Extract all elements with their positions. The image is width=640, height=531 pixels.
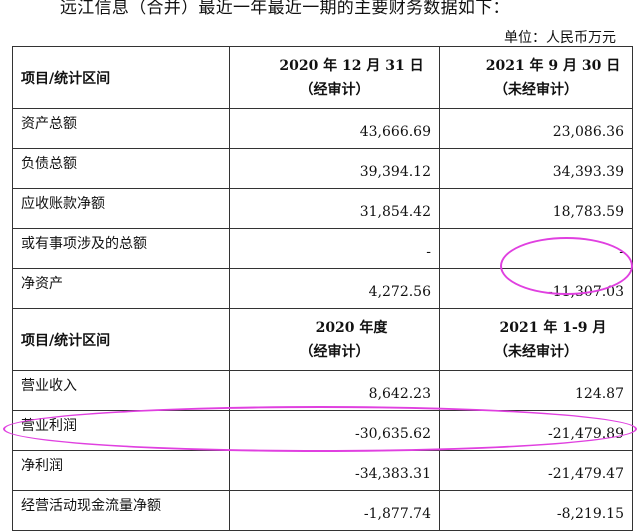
table-row: 净利润 -34,383.31 -21,479.47 xyxy=(12,450,633,491)
row-value-2021: -11,307.03 xyxy=(439,268,633,309)
balance-header-label: 项目/统计区间 xyxy=(12,46,230,109)
table-row: 资产总额 43,666.69 23,086.36 xyxy=(12,108,633,149)
row-label: 经营活动现金流量净额 xyxy=(12,490,230,531)
table-row: 负债总额 39,394.12 34,393.39 xyxy=(12,148,633,189)
row-value-2021: 34,393.39 xyxy=(439,148,633,189)
row-value-2021: - xyxy=(439,228,633,269)
row-label: 净利润 xyxy=(12,450,230,491)
balance-header-col1-note: （经审计） xyxy=(299,81,370,98)
intro-text: 远江信息（合并）最近一年最近一期的主要财务数据如下： xyxy=(60,0,510,18)
financial-table: 项目/统计区间 2020 年 12 月 31 日 （经审计） 2021 年 9 … xyxy=(12,46,633,531)
row-label: 营业收入 xyxy=(12,370,230,411)
income-header-col1: 2020 年度 （经审计） xyxy=(229,308,440,371)
row-label: 资产总额 xyxy=(12,108,230,149)
row-label: 或有事项涉及的总额 xyxy=(12,228,230,269)
table-row: 经营活动现金流量净额 -1,877.74 -8,219.15 xyxy=(12,490,633,531)
table-row: 净资产 4,272.56 -11,307.03 xyxy=(12,268,633,309)
balance-header-col2-note: （未经审计） xyxy=(494,81,578,98)
row-label: 净资产 xyxy=(12,268,230,309)
income-header-label: 项目/统计区间 xyxy=(12,308,230,371)
row-value-2021: -21,479.89 xyxy=(439,410,633,451)
balance-header-col2-date: 2021 年 9 月 30 日 xyxy=(485,57,621,74)
row-value-2020: 43,666.69 xyxy=(229,108,440,149)
row-value-2020: -1,877.74 xyxy=(229,490,440,531)
row-value-2021: -21,479.47 xyxy=(439,450,633,491)
row-value-2020: - xyxy=(229,228,440,269)
row-value-2021: 23,086.36 xyxy=(439,108,633,149)
income-header-col1-note: （经审计） xyxy=(299,343,370,360)
row-value-2020: 4,272.56 xyxy=(229,268,440,309)
income-header-col2-period: 2021 年 1-9 月 xyxy=(499,319,607,336)
table-row: 或有事项涉及的总额 - - xyxy=(12,228,633,269)
row-label: 营业利润 xyxy=(12,410,230,451)
balance-header-row: 项目/统计区间 2020 年 12 月 31 日 （经审计） 2021 年 9 … xyxy=(12,46,633,109)
row-value-2020: 8,642.23 xyxy=(229,370,440,411)
table-row: 营业利润 -30,635.62 -21,479.89 xyxy=(12,410,633,451)
unit-label: 单位：人民币万元 xyxy=(504,30,616,46)
income-header-col2: 2021 年 1-9 月 （未经审计） xyxy=(439,308,633,371)
row-value-2020: -34,383.31 xyxy=(229,450,440,491)
row-value-2020: 39,394.12 xyxy=(229,148,440,189)
row-value-2021: 124.87 xyxy=(439,370,633,411)
balance-header-col1: 2020 年 12 月 31 日 （经审计） xyxy=(229,46,440,109)
row-value-2021: -8,219.15 xyxy=(439,490,633,531)
balance-header-col2: 2021 年 9 月 30 日 （未经审计） xyxy=(439,46,633,109)
balance-header-col1-date: 2020 年 12 月 31 日 xyxy=(279,57,424,74)
row-label: 应收账款净额 xyxy=(12,188,230,229)
row-value-2020: -30,635.62 xyxy=(229,410,440,451)
table-row: 营业收入 8,642.23 124.87 xyxy=(12,370,633,411)
income-header-col1-period: 2020 年度 xyxy=(315,319,388,336)
table-row: 应收账款净额 31,854.42 18,783.59 xyxy=(12,188,633,229)
row-value-2020: 31,854.42 xyxy=(229,188,440,229)
row-value-2021: 18,783.59 xyxy=(439,188,633,229)
income-header-col2-note: （未经审计） xyxy=(494,343,578,360)
row-label: 负债总额 xyxy=(12,148,230,189)
income-header-row: 项目/统计区间 2020 年度 （经审计） 2021 年 1-9 月 （未经审计… xyxy=(12,308,633,371)
